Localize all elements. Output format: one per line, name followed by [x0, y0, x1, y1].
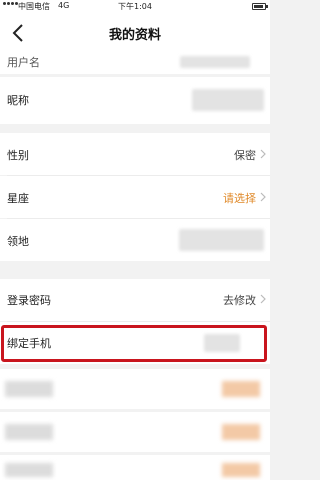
status-time: 下午1:04 [118, 2, 152, 11]
nickname-row[interactable]: 昵称 [0, 77, 270, 124]
nickname-label: 昵称 [7, 94, 29, 107]
password-label: 登录密码 [7, 294, 51, 307]
status-bar: 中国电信 4G 下午1:04 [0, 0, 270, 14]
network-type: 4G [58, 1, 70, 10]
username-value-redacted [180, 56, 250, 68]
chevron-right-icon [260, 294, 266, 304]
redacted-value [222, 463, 260, 477]
region-row[interactable]: 领地 [0, 219, 270, 261]
battery-icon [252, 3, 268, 10]
gender-value: 保密 [234, 149, 256, 162]
region-label: 领地 [7, 235, 29, 248]
password-row[interactable]: 登录密码 去修改 [0, 279, 270, 321]
username-label: 用户名 [7, 56, 40, 69]
redacted-value [222, 381, 260, 397]
zodiac-row[interactable]: 星座 请选择 [0, 176, 270, 218]
carrier-label: 中国电信 [18, 2, 50, 11]
redacted-value [222, 424, 260, 440]
chevron-right-icon [260, 192, 266, 202]
region-value-redacted [179, 229, 264, 251]
list-item-redacted[interactable] [0, 455, 270, 480]
signal-icon [3, 2, 18, 5]
zodiac-value: 请选择 [223, 192, 256, 205]
gender-label: 性别 [7, 149, 29, 162]
page-title: 我的资料 [108, 28, 161, 43]
password-action: 去修改 [223, 294, 256, 307]
chevron-right-icon [260, 149, 266, 159]
zodiac-label: 星座 [7, 192, 29, 205]
nav-bar: 我的资料 [0, 14, 270, 52]
redacted-label [5, 424, 53, 440]
list-item-redacted[interactable] [0, 412, 270, 452]
gender-row[interactable]: 性别 保密 [0, 133, 270, 175]
username-row: 用户名 [0, 52, 270, 74]
list-item-redacted[interactable] [0, 369, 270, 409]
redacted-label [5, 463, 53, 477]
nickname-value-redacted [192, 89, 264, 111]
highlight-box [1, 325, 267, 362]
redacted-label [5, 381, 53, 397]
